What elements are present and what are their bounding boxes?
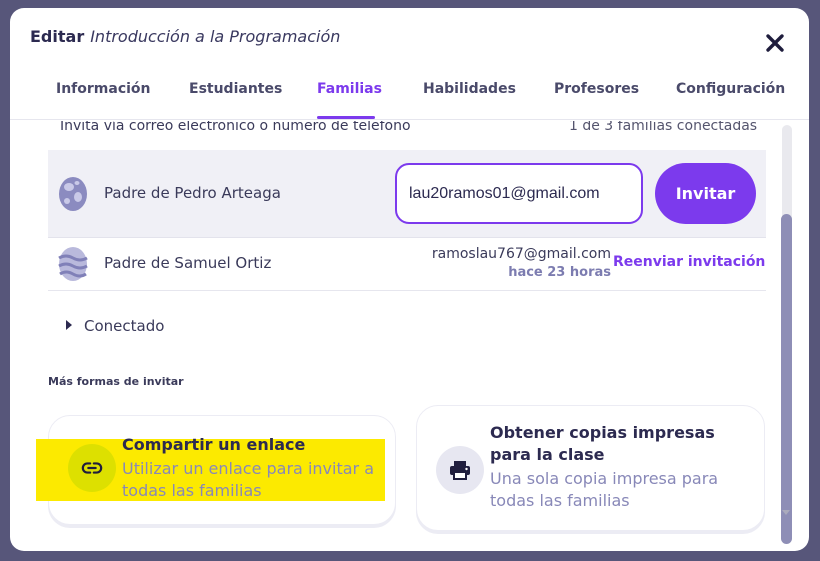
share-link-description: Utilizar un enlace para invitar a todas … <box>122 459 374 500</box>
caret-right-icon <box>66 320 72 330</box>
invite-button[interactable]: Invitar <box>655 163 756 224</box>
family-row: Padre de Pedro Arteaga Invitar <box>48 150 766 238</box>
course-name: Introducción a la Programación <box>90 27 341 46</box>
tab-informacion[interactable]: Información <box>56 81 151 97</box>
family-row: Padre de Samuel Ortiz ramoslau767@gmail.… <box>48 238 766 291</box>
edit-class-modal: Editar Introducción a la Programación Inf… <box>10 8 809 551</box>
parent-name: Padre de Samuel Ortiz <box>104 254 272 272</box>
tab-profesores[interactable]: Profesores <box>554 81 639 97</box>
scrollbar-thumb[interactable] <box>781 214 792 544</box>
resend-invitation-link[interactable]: Reenviar invitación <box>613 254 765 270</box>
tab-configuracion[interactable]: Configuración <box>676 81 785 97</box>
tab-familias[interactable]: Familias <box>317 81 382 97</box>
share-link-title: Compartir un enlace <box>122 435 306 454</box>
families-content: Invita vía correo electrónico o número d… <box>10 121 809 551</box>
printer-icon <box>436 446 484 494</box>
egg-avatar-icon <box>59 177 87 211</box>
scroll-down-arrow-icon[interactable] <box>782 510 790 515</box>
sent-time: hace 23 horas <box>508 265 611 280</box>
active-tab-indicator <box>317 116 375 119</box>
printed-copies-title: Obtener copias impresas para la clase <box>490 423 715 464</box>
more-ways-heading: Más formas de invitar <box>48 375 184 388</box>
invite-caption: Invita vía correo electrónico o número d… <box>60 121 411 134</box>
egg-avatar-icon <box>58 247 88 281</box>
edit-label: Editar <box>30 27 85 46</box>
modal-header: Editar Introducción a la Programación <box>30 27 340 46</box>
link-icon <box>68 444 116 492</box>
connected-label: Conectado <box>84 317 165 335</box>
tab-bar: Información Estudiantes Familias Habilid… <box>10 78 809 120</box>
connected-toggle[interactable]: Conectado <box>66 317 164 335</box>
parent-name: Padre de Pedro Arteaga <box>104 184 281 202</box>
tab-estudiantes[interactable]: Estudiantes <box>189 81 282 97</box>
email-input[interactable] <box>395 163 643 224</box>
close-icon <box>766 34 784 52</box>
printed-copies-description: Una sola copia impresa para todas las fa… <box>490 469 719 510</box>
sent-email: ramoslau767@gmail.com <box>431 246 611 262</box>
connected-count: 1 de 3 familias conectadas <box>569 121 758 134</box>
tab-habilidades[interactable]: Habilidades <box>423 81 516 97</box>
close-button[interactable] <box>762 30 788 56</box>
